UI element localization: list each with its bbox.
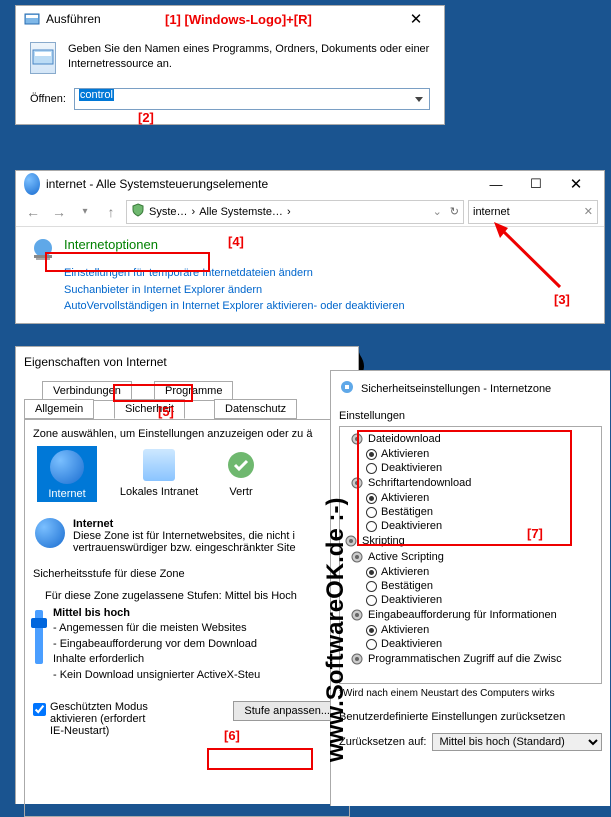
reset-select[interactable]: Mittel bis hoch (Standard) bbox=[432, 733, 602, 751]
zone-desc-text: Diese Zone ist für Internetwebsites, die… bbox=[73, 530, 296, 554]
cp-title: internet - Alle Systemsteuerungselemente bbox=[46, 177, 476, 191]
reset-title: Benutzerdefinierte Einstellungen zurücks… bbox=[339, 711, 602, 723]
maximize-button[interactable]: ☐ bbox=[516, 171, 556, 197]
level-title: Sicherheitsstufe für diese Zone bbox=[33, 568, 341, 580]
marker-6: [6] bbox=[224, 728, 240, 743]
opt-activescripting: Active Scripting bbox=[368, 551, 444, 563]
open-value: control bbox=[79, 89, 114, 101]
zone-trusted[interactable]: Vertr bbox=[221, 446, 261, 498]
opt-bestatigen2: Bestätigen bbox=[381, 580, 433, 592]
radio-off[interactable] bbox=[366, 595, 377, 606]
opt-aktivieren4: Aktivieren bbox=[381, 624, 429, 636]
security-slider[interactable] bbox=[35, 610, 43, 664]
globe-icon bbox=[24, 176, 40, 192]
bc-sep: › bbox=[192, 206, 196, 218]
sec-title: Sicherheitseinstellungen - Internetzone bbox=[361, 383, 551, 395]
run-program-icon bbox=[30, 42, 56, 74]
marker-4: [4] bbox=[228, 234, 244, 249]
forward-button[interactable]: → bbox=[48, 201, 70, 223]
bc-1: Syste… bbox=[149, 206, 188, 218]
zone-intranet[interactable]: Lokales Intranet bbox=[119, 446, 199, 498]
shield-icon bbox=[131, 203, 145, 220]
open-label: Öffnen: bbox=[30, 93, 66, 105]
tab-datenschutz[interactable]: Datenschutz bbox=[214, 399, 297, 419]
zone-internet-label: Internet bbox=[39, 488, 95, 500]
zone-trusted-label: Vertr bbox=[221, 486, 261, 498]
internet-properties-window: Eigenschaften von Internet Verbindungen … bbox=[15, 346, 359, 804]
zone-internet[interactable]: Internet bbox=[37, 446, 97, 502]
address-bar[interactable]: Syste…› Alle Systemste…› ⌄ ↻ bbox=[126, 200, 464, 224]
dropdown-icon bbox=[415, 97, 423, 102]
run-description: Geben Sie den Namen eines Programms, Ord… bbox=[68, 42, 430, 74]
refresh-icon[interactable]: ↻ bbox=[450, 205, 459, 218]
run-icon bbox=[24, 11, 40, 27]
zone-desc-title: Internet bbox=[73, 518, 296, 530]
zone-hint: Zone auswählen, um Einstellungen anzuzei… bbox=[33, 428, 341, 440]
opt-aktivieren3: Aktivieren bbox=[381, 566, 429, 578]
globe-icon bbox=[48, 448, 86, 486]
marker-1: [1] [Windows-Logo]+[R] bbox=[165, 12, 312, 27]
chevron-down-icon: ⌄ bbox=[433, 205, 442, 218]
bc-2: Alle Systemste… bbox=[199, 206, 283, 218]
props-title: Eigenschaften von Internet bbox=[16, 347, 358, 377]
close-button[interactable]: ✕ bbox=[396, 6, 436, 32]
minimize-button[interactable]: — bbox=[476, 171, 516, 197]
search-value: internet bbox=[473, 206, 510, 218]
gear-icon bbox=[350, 608, 364, 622]
radio-off[interactable] bbox=[366, 581, 377, 592]
radio-on[interactable] bbox=[366, 625, 377, 636]
einstellungen-label: Einstellungen bbox=[339, 410, 602, 422]
marker-5-box bbox=[113, 384, 193, 402]
bc-sep2: › bbox=[287, 206, 291, 218]
level-b2: - Eingabeaufforderung vor dem Download I… bbox=[53, 637, 260, 668]
up-button[interactable]: ↑ bbox=[100, 201, 122, 223]
cp-item-title: Internetoptionen bbox=[64, 237, 158, 252]
reset-label: Zurücksetzen auf: bbox=[339, 736, 426, 748]
globe-icon bbox=[35, 518, 65, 548]
slider-thumb[interactable] bbox=[31, 618, 47, 628]
radio-off[interactable] bbox=[366, 639, 377, 650]
opt-prog: Programmatischen Zugriff auf die Zwisc bbox=[368, 653, 562, 665]
marker-2: [2] bbox=[138, 110, 154, 125]
arrow-3-icon bbox=[490, 222, 570, 292]
trusted-icon bbox=[222, 446, 260, 484]
level-allowed: Für diese Zone zugelassene Stufen: Mitte… bbox=[45, 590, 341, 602]
history-dropdown[interactable]: ▾ bbox=[74, 201, 96, 223]
open-combobox[interactable]: control bbox=[74, 88, 430, 110]
marker-4-box bbox=[45, 252, 210, 272]
opt-deaktivieren4: Deaktivieren bbox=[381, 638, 442, 650]
tab-allgemein[interactable]: Allgemein bbox=[24, 399, 94, 419]
zone-intranet-label: Lokales Intranet bbox=[119, 486, 199, 498]
cp-titlebar: internet - Alle Systemsteuerungselemente… bbox=[16, 171, 604, 197]
marker-5: [5] bbox=[158, 404, 174, 419]
level-b1: - Angemessen für die meisten Websites bbox=[53, 621, 260, 636]
settings-icon bbox=[339, 379, 355, 398]
marker-7: [7] bbox=[527, 526, 543, 541]
close-button[interactable]: ✕ bbox=[556, 171, 596, 197]
protected-label: Geschützten Modus aktivieren (erfordert … bbox=[50, 701, 148, 737]
search-input[interactable]: internet ✕ bbox=[468, 200, 598, 224]
opt-eingabe: Eingabeaufforderung für Informationen bbox=[368, 609, 557, 621]
opt-deaktivieren3: Deaktivieren bbox=[381, 594, 442, 606]
marker-3: [3] bbox=[554, 292, 570, 307]
level-name: Mittel bis hoch bbox=[53, 606, 260, 621]
marker-6-box bbox=[207, 748, 313, 770]
protected-mode-checkbox[interactable] bbox=[33, 703, 46, 716]
level-b3: - Kein Download unsignierter ActiveX-Ste… bbox=[53, 668, 260, 683]
watermark: www.SoftwareOK.de :-) bbox=[322, 498, 350, 762]
radio-on[interactable] bbox=[366, 567, 377, 578]
tab-sicherheit[interactable]: Sicherheit bbox=[114, 399, 185, 419]
gear-icon bbox=[350, 652, 364, 666]
back-button[interactable]: ← bbox=[22, 201, 44, 223]
gear-icon bbox=[350, 550, 364, 564]
cp-link-autocomplete[interactable]: AutoVervollständigen in Internet Explore… bbox=[64, 298, 590, 315]
restart-note: *Wird nach einem Neustart des Computers … bbox=[339, 688, 602, 699]
clear-icon[interactable]: ✕ bbox=[584, 205, 593, 218]
sec-titlebar: Sicherheitseinstellungen - Internetzone bbox=[331, 371, 610, 406]
intranet-icon bbox=[140, 446, 178, 484]
